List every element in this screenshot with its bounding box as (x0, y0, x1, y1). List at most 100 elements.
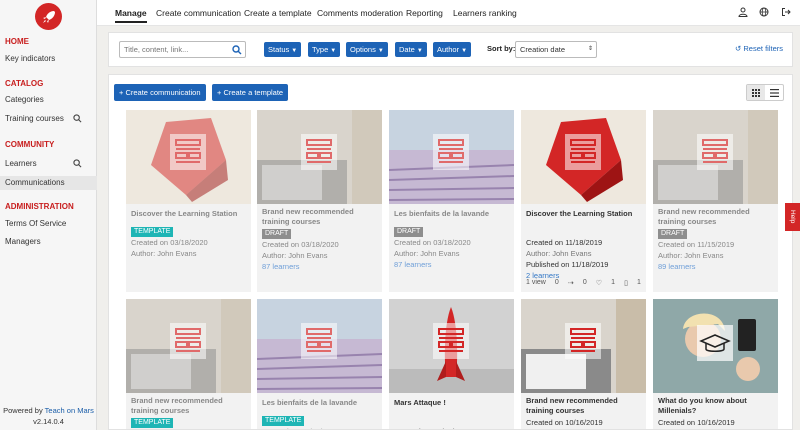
options-filter-label: Options (350, 45, 376, 54)
card-title[interactable]: Brand new recommended training courses (262, 207, 379, 227)
sidebar: HOME Key indicators CATALOG Categories T… (0, 0, 97, 430)
tab-create-template[interactable]: Create a template (244, 8, 312, 18)
shares-count: 0 (554, 279, 559, 286)
communication-card[interactable]: Mars Attaque !Created on 10/28/2019Autho… (389, 299, 514, 429)
card-thumbnail[interactable] (521, 299, 646, 393)
tab-reporting[interactable]: Reporting (406, 8, 443, 18)
nav-section-catalog: CATALOG (5, 79, 44, 88)
sidebar-item-key-indicators[interactable]: Key indicators (5, 54, 55, 63)
sidebar-item-training-courses[interactable]: Training courses (5, 114, 64, 123)
communication-card[interactable]: Brand new recommended training courses DR… (653, 110, 778, 292)
card-title[interactable]: Brand new recommended training courses (526, 396, 643, 416)
learners-count[interactable]: 87 learners (394, 260, 432, 270)
grid-view-icon[interactable] (747, 85, 765, 100)
card-thumbnail[interactable] (389, 110, 514, 204)
tab-manage[interactable]: Manage (115, 8, 147, 23)
create-template-button[interactable]: + Create a template (212, 84, 289, 101)
date-filter-label: Date (399, 45, 415, 54)
status-badge: TEMPLATE (131, 227, 174, 237)
communication-card[interactable]: Brand new recommended training courses TE… (126, 299, 251, 429)
card-thumbnail[interactable] (653, 110, 778, 204)
chevron-down-icon: ▼ (416, 48, 423, 54)
communication-card[interactable]: Brand new recommended training courses DR… (257, 110, 382, 292)
sidebar-item-communications[interactable]: Communications (0, 176, 97, 190)
nav-section-community: COMMUNITY (5, 140, 55, 149)
type-filter-button[interactable]: Type ▼ (308, 42, 341, 57)
card-thumbnail[interactable] (126, 110, 251, 204)
search-icon[interactable] (232, 45, 242, 55)
sidebar-item-categories[interactable]: Categories (5, 95, 44, 104)
search-icon[interactable] (73, 114, 82, 123)
sort-select[interactable]: Creation date ⇕ (515, 41, 597, 58)
card-title[interactable]: Les bienfaits de la lavande (394, 209, 511, 219)
heart-icon: ♡ (595, 280, 603, 287)
reset-filters-link[interactable]: ↺ Reset filters (735, 44, 783, 53)
card-thumbnail[interactable] (126, 299, 251, 393)
card-title[interactable]: Brand new recommended training courses (658, 207, 775, 227)
top-navigation: Manage Create communication Create a tem… (97, 0, 800, 26)
likes-count: 1 (611, 279, 616, 286)
tab-learners-ranking[interactable]: Learners ranking (453, 8, 517, 18)
learners-count[interactable]: 87 learners (262, 262, 300, 272)
rocket-logo-icon (42, 10, 55, 23)
search-icon[interactable] (73, 159, 82, 168)
tab-comments-moderation[interactable]: Comments moderation (317, 8, 403, 18)
card-thumbnail[interactable] (389, 299, 514, 393)
date-filter-button[interactable]: Date ▼ (395, 42, 427, 57)
status-filter-button[interactable]: Status ▼ (264, 42, 302, 57)
created-date: Created on 03/18/2020 (131, 238, 208, 247)
card-title[interactable]: Mars Attaque ! (394, 398, 511, 408)
search-input[interactable] (120, 42, 225, 57)
sidebar-item-learners[interactable]: Learners (5, 159, 37, 168)
card-title[interactable]: What do you know about Millenials? (658, 396, 775, 416)
views-count: 1 view (526, 279, 546, 286)
sort-label: Sort by: (487, 44, 516, 53)
card-thumbnail[interactable] (257, 299, 382, 393)
powered-brand-link[interactable]: Teach on Mars (45, 406, 94, 415)
create-communication-button[interactable]: + Create communication (114, 84, 206, 101)
chevron-down-icon: ▼ (291, 48, 298, 54)
card-title[interactable]: Discover the Learning Station (131, 209, 248, 219)
status-filter-label: Status (268, 45, 290, 54)
share-icon: ⇢ (567, 280, 574, 287)
communication-card[interactable]: Discover the Learning Station Created on … (521, 110, 646, 292)
card-title[interactable]: Les bienfaits de la lavande (262, 398, 379, 408)
powered-prefix: Powered by (3, 406, 43, 415)
card-author: Author: John Evans (526, 249, 592, 258)
card-author: Author: John Evans (131, 249, 197, 258)
created-date: Created on 11/15/2019 (658, 240, 735, 249)
card-stats: 1 view 0 ⇢ 0 ♡ 1 ▯ 1 (526, 279, 641, 287)
user-icon[interactable] (738, 7, 748, 17)
card-thumbnail[interactable] (521, 110, 646, 204)
filter-bar: Status▼ Type▼ Options▼ Date▼ Author▼ Sor… (108, 32, 793, 67)
chevron-down-icon: ▼ (461, 48, 468, 54)
communication-card[interactable]: Les bienfaits de la lavandeTEMPLATECreat… (257, 299, 382, 429)
status-badge: DRAFT (262, 229, 292, 239)
communication-card[interactable]: Brand new recommended training courses Cr… (521, 299, 646, 429)
logout-icon[interactable] (781, 7, 791, 17)
tab-create-communication[interactable]: Create communication (156, 8, 241, 18)
help-tab[interactable]: Help (785, 203, 800, 231)
type-filter-label: Type (312, 45, 329, 54)
view-toggle (746, 84, 784, 101)
options-filter-button[interactable]: Options ▼ (346, 42, 388, 57)
card-title[interactable]: Brand new recommended training courses (131, 396, 248, 416)
brand-logo[interactable] (35, 3, 62, 30)
card-thumbnail[interactable] (653, 299, 778, 393)
created-date: Created on 10/16/2019 (658, 418, 735, 427)
app-version: v2.14.0.4 (33, 417, 64, 426)
learners-count[interactable]: 89 learners (658, 262, 696, 272)
created-date: Created on 11/18/2019 (526, 238, 603, 247)
communication-card[interactable]: Discover the Learning Station TEMPLATE Cre… (126, 110, 251, 292)
sidebar-item-managers[interactable]: Managers (5, 237, 41, 246)
globe-icon[interactable] (759, 7, 769, 17)
author-filter-button[interactable]: Author ▼ (433, 42, 472, 57)
card-title[interactable]: Discover the Learning Station (526, 209, 643, 219)
communication-card[interactable]: Les bienfaits de la lavande DRAFT Created … (389, 110, 514, 292)
sidebar-item-terms-of-service[interactable]: Terms Of Service (5, 219, 66, 228)
communication-card[interactable]: What do you know about Millenials? Create… (653, 299, 778, 429)
status-badge: DRAFT (658, 229, 688, 239)
list-view-icon[interactable] (765, 85, 783, 100)
card-thumbnail[interactable] (257, 110, 382, 204)
search-field[interactable] (119, 41, 246, 58)
